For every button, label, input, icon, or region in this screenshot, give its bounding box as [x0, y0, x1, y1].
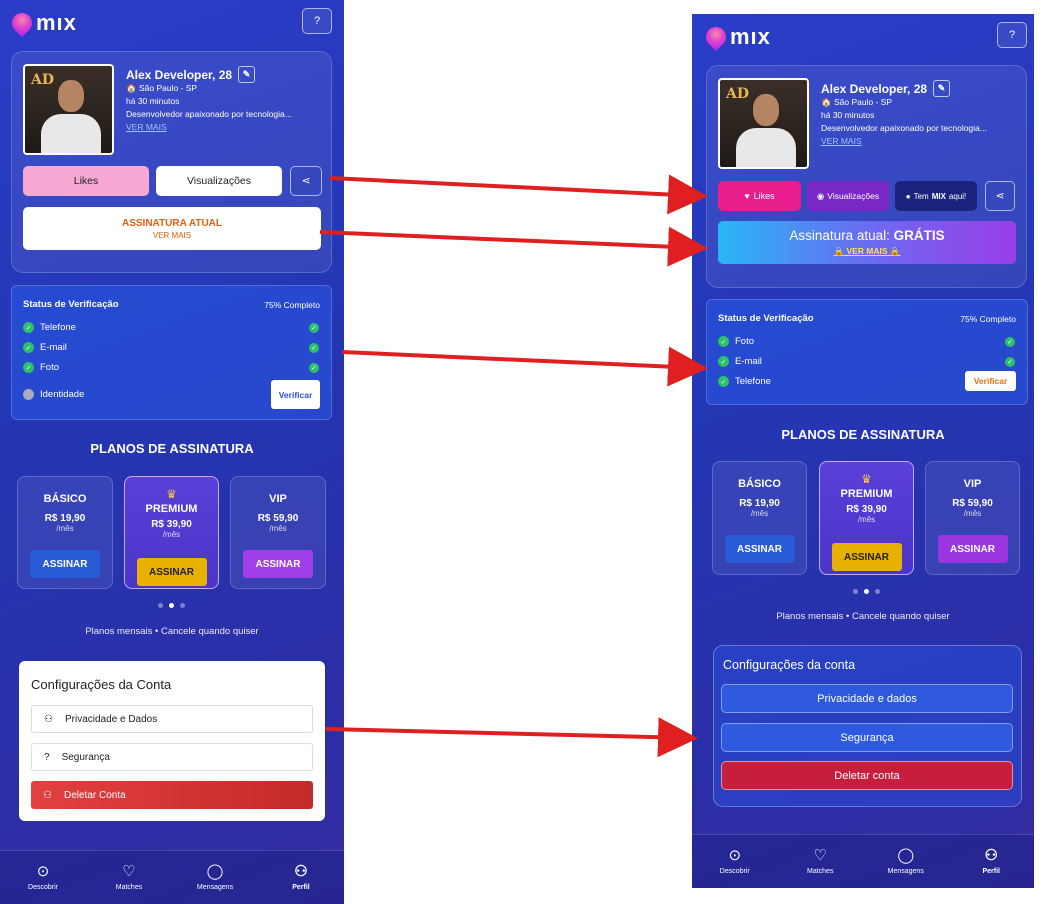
comparison-arrows: [319, 174, 708, 758]
arrow-subscription: [319, 226, 708, 267]
arrow-verification: [341, 346, 708, 387]
arrow-buttons: [329, 174, 708, 215]
arrow-settings: [325, 717, 698, 758]
